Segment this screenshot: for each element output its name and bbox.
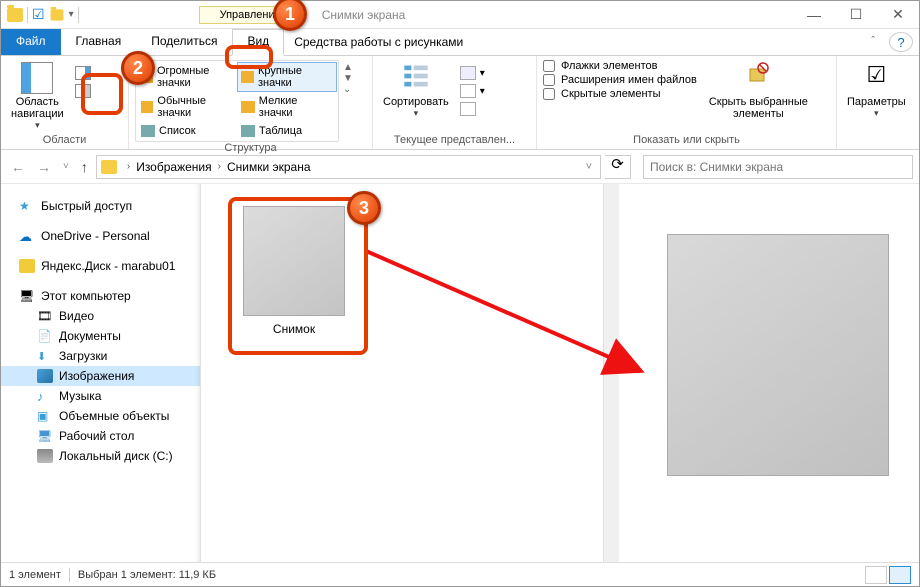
ribbon-group-areas: Области: [1, 134, 128, 149]
preview-pane-button[interactable]: [72, 64, 94, 82]
ribbon-collapse-icon[interactable]: ˆ: [863, 29, 883, 55]
scrollbar[interactable]: [603, 184, 619, 562]
file-thumbnail: [243, 206, 345, 316]
add-columns-button[interactable]: ▾: [457, 82, 488, 100]
minimize-button[interactable]: —: [793, 1, 835, 29]
nav-3d-objects[interactable]: Объемные объекты: [1, 406, 200, 426]
nav-documents[interactable]: Документы: [1, 326, 200, 346]
crumb-screenshots[interactable]: Снимки экрана: [227, 160, 311, 174]
back-button[interactable]: ←: [7, 159, 29, 175]
layout-small[interactable]: Мелкие значки: [237, 92, 337, 122]
qat-chevron-icon[interactable]: ▾: [69, 9, 74, 20]
fit-columns-button[interactable]: [457, 100, 488, 118]
layout-options[interactable]: Огромные значки Крупные значки Обычные з…: [135, 60, 339, 142]
tab-home[interactable]: Главная: [61, 29, 137, 55]
layout-normal[interactable]: Обычные значки: [137, 92, 237, 122]
layout-large[interactable]: Крупные значки: [237, 62, 337, 92]
navigation-pane-button[interactable]: Область навигации ▾: [7, 60, 68, 133]
qat-check-icon[interactable]: ☑: [32, 6, 45, 23]
preview-pane: [619, 184, 919, 562]
nav-yandex-disk[interactable]: Яндекс.Диск - marabu01: [1, 256, 200, 276]
nav-local-disk-c[interactable]: Локальный диск (C:): [1, 446, 200, 466]
tab-file[interactable]: Файл: [1, 29, 61, 55]
status-count: 1 элемент: [9, 569, 61, 581]
layout-list[interactable]: Список: [137, 122, 237, 140]
layout-details[interactable]: Таблица: [237, 122, 337, 140]
nav-music[interactable]: Музыка: [1, 386, 200, 406]
crumb-pictures[interactable]: Изображения: [136, 160, 211, 174]
view-thumbnails-button[interactable]: [889, 566, 911, 584]
nav-downloads[interactable]: Загрузки: [1, 346, 200, 366]
history-chevron-icon[interactable]: ˅: [59, 161, 73, 172]
check-extensions[interactable]: Расширения имен файлов: [543, 74, 697, 86]
tab-view[interactable]: Вид: [232, 29, 284, 56]
group-by-button[interactable]: ▾: [457, 64, 488, 82]
layout-more-icon[interactable]: ⌄: [343, 84, 353, 95]
close-button[interactable]: ✕: [877, 1, 919, 29]
tab-share[interactable]: Поделиться: [136, 29, 232, 55]
address-bar[interactable]: › Изображения › Снимки экрана ˅: [96, 155, 601, 179]
annotation-badge-3: 3: [347, 191, 381, 225]
check-hidden-items[interactable]: Скрытые элементы: [543, 88, 697, 100]
nav-this-pc[interactable]: Этот компьютер: [1, 286, 200, 306]
refresh-button[interactable]: ⟳: [605, 155, 631, 179]
status-selection: Выбран 1 элемент: 11,9 КБ: [78, 569, 216, 581]
ribbon-group-show-hide: Показать или скрыть: [537, 134, 836, 149]
folder-icon-2: [50, 9, 63, 20]
up-button[interactable]: ↑: [77, 159, 92, 175]
file-item[interactable]: Снимок: [231, 200, 357, 348]
details-pane-button[interactable]: [72, 82, 94, 100]
window-title: Снимки экрана: [322, 8, 406, 22]
layout-scroll-up-icon[interactable]: ▲: [343, 62, 353, 73]
help-icon[interactable]: ?: [889, 32, 913, 52]
tab-tools[interactable]: Средства работы с рисунками: [284, 29, 473, 55]
nav-videos[interactable]: Видео: [1, 306, 200, 326]
nav-desktop[interactable]: Рабочий стол: [1, 426, 200, 446]
annotation-badge-2: 2: [121, 51, 155, 85]
search-input[interactable]: [643, 155, 913, 179]
sort-button[interactable]: Сортировать▾: [379, 60, 453, 121]
forward-button[interactable]: →: [33, 159, 55, 175]
options-button[interactable]: ☑ Параметры▾: [843, 60, 910, 121]
nav-pictures[interactable]: Изображения: [1, 366, 200, 386]
navigation-pane[interactable]: Быстрый доступ OneDrive - Personal Яндек…: [1, 184, 201, 562]
view-details-button[interactable]: [865, 566, 887, 584]
ribbon-group-current: Текущее представлен...: [373, 134, 536, 149]
maximize-button[interactable]: ☐: [835, 1, 877, 29]
folder-icon: [101, 160, 117, 174]
hide-selected-button[interactable]: Скрыть выбранные элементы: [705, 60, 812, 122]
check-item-checkboxes[interactable]: Флажки элементов: [543, 60, 697, 72]
preview-image: [667, 234, 889, 476]
layout-scroll-down-icon[interactable]: ▼: [343, 73, 353, 84]
nav-onedrive[interactable]: OneDrive - Personal: [1, 226, 200, 246]
file-name: Снимок: [231, 320, 357, 336]
files-area[interactable]: Снимок: [201, 184, 619, 562]
nav-quick-access[interactable]: Быстрый доступ: [1, 196, 200, 216]
folder-icon: [7, 8, 23, 22]
address-dropdown-icon[interactable]: ˅: [582, 161, 596, 173]
